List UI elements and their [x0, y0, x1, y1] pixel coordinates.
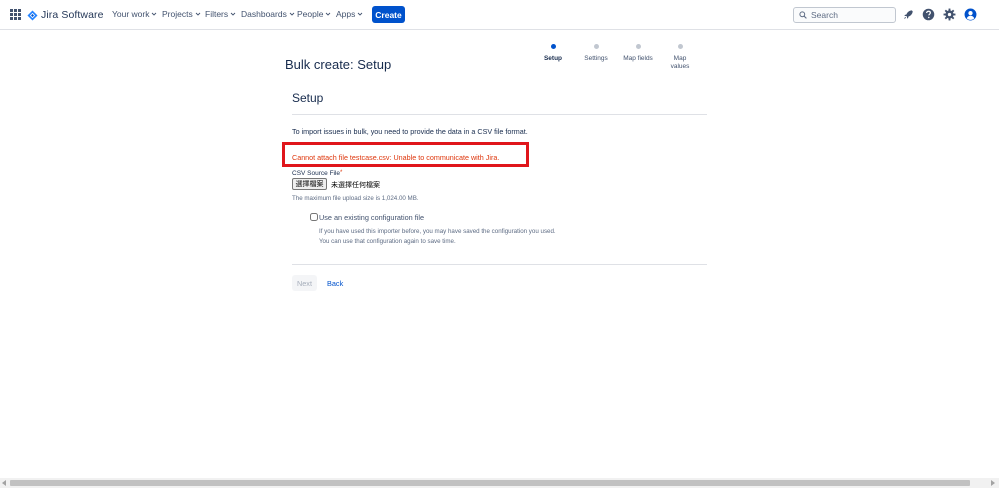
no-file-selected-text: 未選擇任何檔案 [331, 181, 380, 189]
step-label: Map fields [623, 55, 653, 62]
search-input[interactable] [811, 10, 891, 20]
step-indicator [635, 44, 641, 49]
csv-source-label-text: CSV Source File [292, 170, 341, 177]
section-title: Setup [292, 91, 324, 105]
step-map-fields: Map fields [618, 44, 658, 63]
product-name: Jira Software [41, 9, 104, 21]
choose-file-button[interactable]: 選擇檔案 [292, 178, 327, 190]
settings-gear-icon[interactable] [943, 8, 956, 21]
nav-apps[interactable]: Apps [336, 9, 363, 19]
chevron-down-icon [358, 12, 363, 16]
intro-text: To import issues in bulk, you need to pr… [292, 127, 528, 136]
nav-people[interactable]: People [297, 9, 331, 19]
step-map-values: Map values [660, 44, 700, 71]
step-indicator [550, 44, 556, 49]
scroll-right-arrow-icon[interactable] [991, 480, 995, 486]
step-indicator [677, 44, 683, 49]
create-button[interactable]: Create [372, 6, 405, 23]
nav-label: Projects [162, 9, 193, 19]
back-link[interactable]: Back [327, 279, 343, 288]
chevron-down-icon [195, 12, 201, 16]
scrollbar-thumb[interactable] [10, 480, 970, 486]
divider [292, 114, 707, 115]
use-existing-config-label[interactable]: Use an existing configuration file [319, 213, 424, 222]
config-help-text-2: You can use that configuration again to … [319, 238, 456, 245]
nav-your-work[interactable]: Your work [112, 9, 157, 19]
use-existing-config-checkbox[interactable] [310, 213, 318, 221]
step-label: Settings [584, 55, 608, 62]
search-box[interactable] [793, 7, 896, 23]
chevron-down-icon [230, 12, 236, 16]
chevron-down-icon [326, 12, 331, 16]
jira-logo[interactable]: Jira Software [27, 8, 104, 22]
profile-avatar-icon[interactable] [964, 8, 977, 21]
scroll-left-arrow-icon[interactable] [2, 480, 6, 486]
top-navigation: Jira Software Your work Projects Filters… [0, 0, 999, 30]
page-title: Bulk create: Setup [285, 57, 392, 72]
next-button[interactable]: Next [292, 275, 317, 291]
nav-label: People [297, 9, 324, 19]
divider [292, 264, 707, 265]
notifications-icon[interactable] [902, 8, 915, 21]
app-switcher-icon[interactable] [10, 9, 21, 20]
nav-label: Your work [112, 9, 150, 19]
error-message: Cannot attach file testcase.csv: Unable … [292, 153, 500, 162]
csv-source-label: CSV Source File* [292, 170, 342, 177]
max-upload-size-text: The maximum file upload size is 1,024.00… [292, 195, 419, 202]
nav-projects[interactable]: Projects [162, 9, 201, 19]
nav-filters[interactable]: Filters [205, 9, 236, 19]
help-icon[interactable] [922, 8, 935, 21]
jira-logo-icon [27, 9, 38, 21]
nav-label: Dashboards [241, 9, 287, 19]
nav-label: Filters [205, 9, 229, 19]
progress-stepper: Setup Settings Map fields Map values [535, 44, 705, 76]
config-help-text-1: If you have used this importer before, y… [319, 228, 556, 235]
search-icon [799, 11, 807, 19]
chevron-down-icon [289, 12, 295, 16]
nav-dashboards[interactable]: Dashboards [241, 9, 295, 19]
chevron-down-icon [152, 12, 157, 16]
step-settings: Settings [576, 44, 616, 63]
step-label: Setup [543, 55, 563, 62]
required-marker: * [340, 170, 343, 176]
step-label: Map values [670, 55, 690, 70]
horizontal-scrollbar[interactable] [0, 478, 999, 488]
step-setup: Setup [533, 44, 573, 63]
step-indicator [593, 44, 599, 49]
nav-label: Apps [336, 9, 356, 19]
